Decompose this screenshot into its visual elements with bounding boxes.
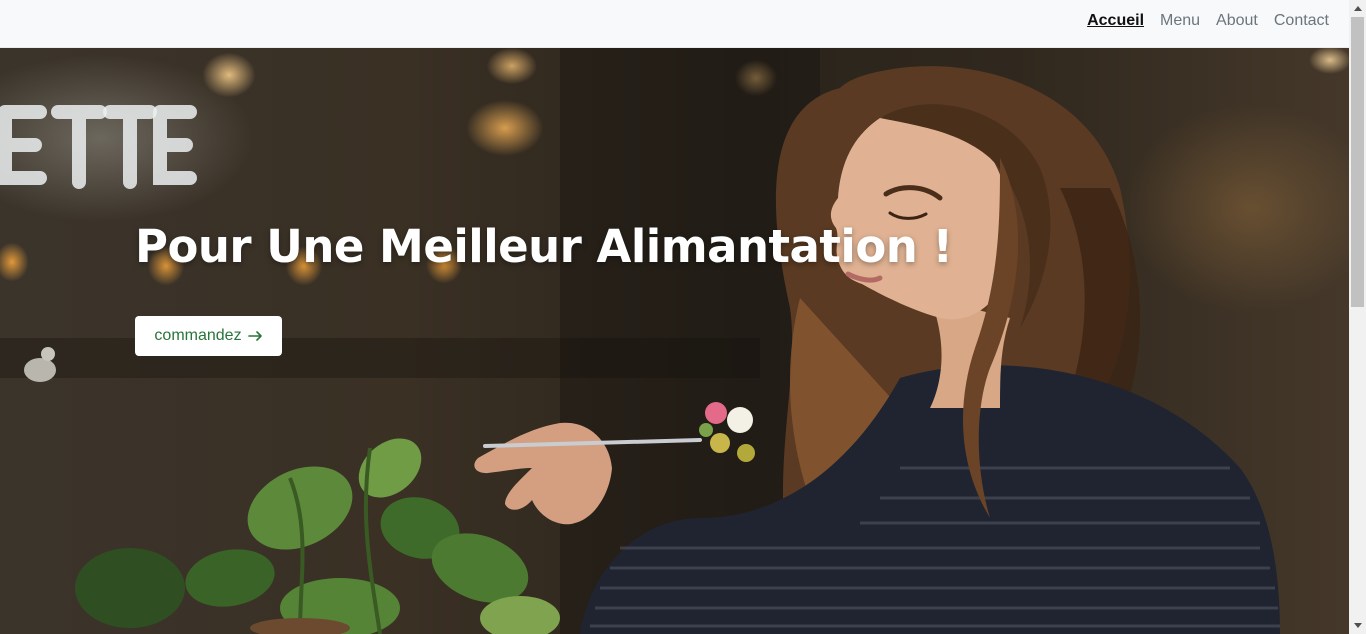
nav-link-menu[interactable]: Menu	[1160, 12, 1200, 30]
hero-section: Pour Une Meilleur Alimantation ! command…	[0, 48, 1349, 634]
order-button-label: commandez	[154, 327, 242, 344]
arrow-right-icon	[247, 331, 262, 341]
page-scrollbar[interactable]	[1349, 0, 1366, 634]
hero-title: Pour Une Meilleur Alimantation !	[135, 220, 953, 273]
chevron-down-icon	[1353, 623, 1362, 628]
scroll-down-button[interactable]	[1349, 617, 1366, 634]
chevron-up-icon	[1353, 6, 1362, 11]
nav-link-accueil[interactable]: Accueil	[1087, 12, 1144, 30]
nav-link-about[interactable]: About	[1216, 12, 1258, 30]
navbar: Accueil Menu About Contact	[0, 0, 1349, 48]
neon-sign	[0, 105, 197, 189]
scroll-thumb[interactable]	[1351, 17, 1364, 307]
scroll-up-button[interactable]	[1349, 0, 1366, 17]
order-button[interactable]: commandez	[135, 316, 282, 356]
main-nav: Accueil Menu About Contact	[1087, 0, 1329, 42]
nav-link-contact[interactable]: Contact	[1274, 12, 1329, 30]
